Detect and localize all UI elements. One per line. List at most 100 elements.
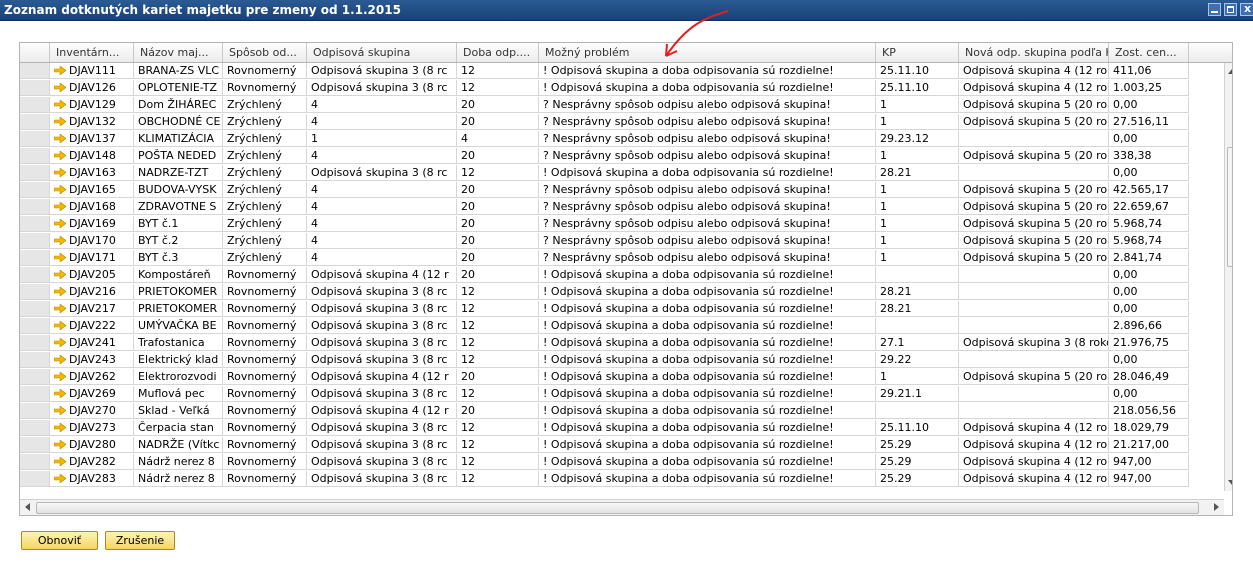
table-row[interactable]: DJAV171 BYT č.3 Zrýchlený 4 20? Nesprávny sp… [20, 250, 1224, 266]
row-selector[interactable] [20, 131, 50, 147]
minimize-button[interactable] [1208, 3, 1221, 16]
table-row[interactable]: DJAV216 PRIETOKOMER Rovnomerný Odpisová sku… [20, 284, 1224, 300]
row-selector[interactable] [20, 369, 50, 385]
column-header[interactable]: Názov maj... [134, 43, 223, 62]
table-row[interactable]: DJAV205 Kompostáreň Rovnomerný Odpisová sku… [20, 267, 1224, 283]
table-row[interactable]: DJAV283 Nádrž nerez 8 Rovnomerný Odpisová s… [20, 471, 1224, 487]
row-selector[interactable] [20, 165, 50, 181]
right-arrow-icon[interactable] [54, 236, 66, 245]
column-header[interactable]: Odpisová skupina [307, 43, 457, 62]
row-selector[interactable] [20, 80, 50, 96]
refresh-button[interactable]: Obnoviť [21, 531, 98, 550]
right-arrow-icon[interactable] [54, 406, 66, 415]
right-arrow-icon[interactable] [54, 117, 66, 126]
row-selector[interactable] [20, 250, 50, 266]
row-selector[interactable] [20, 148, 50, 164]
horizontal-scrollbar[interactable] [20, 499, 1224, 515]
table-row[interactable]: DJAV217 PRIETOKOMER Rovnomerný Odpisová sku… [20, 301, 1224, 317]
row-selector[interactable] [20, 284, 50, 300]
scroll-right-icon[interactable] [1214, 503, 1219, 511]
right-arrow-icon[interactable] [54, 321, 66, 330]
table-row[interactable]: DJAV241 Trafostanica Rovnomerný Odpisová sk… [20, 335, 1224, 351]
row-selector[interactable] [20, 63, 50, 79]
cancel-button[interactable]: Zrušenie [105, 531, 175, 550]
column-header[interactable]: Spôsob od... [223, 43, 307, 62]
table-row[interactable]: DJAV282 Nádrž nerez 8 Rovnomerný Odpisová s… [20, 454, 1224, 470]
right-arrow-icon[interactable] [54, 134, 66, 143]
scroll-up-icon[interactable] [1228, 69, 1232, 74]
table-row[interactable]: DJAV163 NADRZE-TZT Zrýchlený Odpisová skupi… [20, 165, 1224, 181]
table-cell: DJAV165 [50, 182, 134, 198]
table-row[interactable]: DJAV273 Čerpacia stan Rovnomerný Odpisová s… [20, 420, 1224, 436]
column-header[interactable]: Nová odp. skupina podľa KP [959, 43, 1109, 62]
right-arrow-icon[interactable] [54, 270, 66, 279]
row-selector[interactable] [20, 97, 50, 113]
right-arrow-icon[interactable] [54, 185, 66, 194]
column-header[interactable]: KP [876, 43, 959, 62]
table-row[interactable]: DJAV222 UMÝVAČKA BE Rovnomerný Odpisová sku… [20, 318, 1224, 334]
table-row[interactable]: DJAV168 ZDRAVOTNE S Zrýchlený 4 20? Nesprávn… [20, 199, 1224, 215]
table-row[interactable]: DJAV269 Muflová pec Rovnomerný Odpisová sku… [20, 386, 1224, 402]
row-selector[interactable] [20, 301, 50, 317]
table-row[interactable]: DJAV262 Elektrorozvodi Rovnomerný Odpisová … [20, 369, 1224, 385]
column-header[interactable]: Doba odp.... [457, 43, 539, 62]
right-arrow-icon[interactable] [54, 474, 66, 483]
right-arrow-icon[interactable] [54, 66, 66, 75]
right-arrow-icon[interactable] [54, 304, 66, 313]
table-cell [959, 318, 1109, 334]
column-header[interactable]: Inventárn... [50, 43, 134, 62]
row-selector[interactable] [20, 267, 50, 283]
right-arrow-icon[interactable] [54, 457, 66, 466]
right-arrow-icon[interactable] [54, 253, 66, 262]
right-arrow-icon[interactable] [54, 389, 66, 398]
row-selector[interactable] [20, 420, 50, 436]
row-selector[interactable] [20, 471, 50, 487]
right-arrow-icon[interactable] [54, 372, 66, 381]
scroll-left-icon[interactable] [25, 503, 30, 511]
close-button[interactable] [1240, 2, 1253, 16]
column-header[interactable]: Zost. cen... [1109, 43, 1189, 62]
table-row[interactable]: DJAV270 Sklad - Veľká Rovnomerný Odpisová s… [20, 403, 1224, 419]
horizontal-scroll-thumb[interactable] [36, 502, 1199, 514]
table-row[interactable]: DJAV132 OBCHODNÉ CE Zrýchlený 4 20? Nesprávn… [20, 114, 1224, 130]
table-row[interactable]: DJAV111 BRANA-ZS VLC Rovnomerný Odpisová sk… [20, 63, 1224, 79]
row-selector[interactable] [20, 216, 50, 232]
row-selector[interactable] [20, 386, 50, 402]
right-arrow-icon[interactable] [54, 423, 66, 432]
right-arrow-icon[interactable] [54, 83, 66, 92]
row-selector[interactable] [20, 233, 50, 249]
row-selector[interactable] [20, 199, 50, 215]
header-row-selector[interactable] [20, 43, 50, 62]
table-row[interactable]: DJAV148 POŠTA NEDED Zrýchlený 4 20? Nesprávn… [20, 148, 1224, 164]
table-row[interactable]: DJAV126 OPLOTENIE-TZ Rovnomerný Odpisová sk… [20, 80, 1224, 96]
right-arrow-icon[interactable] [54, 355, 66, 364]
scroll-down-icon[interactable] [1228, 480, 1232, 485]
column-header[interactable]: Možný problém [539, 43, 876, 62]
table-row[interactable]: DJAV243 Elektrický klad Rovnomerný Odpisová… [20, 352, 1224, 368]
table-row[interactable]: DJAV170 BYT č.2 Zrýchlený 4 20? Nesprávny sp… [20, 233, 1224, 249]
row-selector[interactable] [20, 335, 50, 351]
right-arrow-icon[interactable] [54, 100, 66, 109]
row-selector[interactable] [20, 114, 50, 130]
right-arrow-icon[interactable] [54, 151, 66, 160]
vertical-scrollbar[interactable] [1224, 63, 1232, 491]
right-arrow-icon[interactable] [54, 287, 66, 296]
vertical-scroll-thumb[interactable] [1227, 147, 1232, 267]
table-row[interactable]: DJAV280 NADRŽE (Vítkc Rovnomerný Odpisová s… [20, 437, 1224, 453]
maximize-button[interactable] [1224, 3, 1237, 16]
table-row[interactable]: DJAV137 KLIMATIZÁCIA Zrýchlený 1 4? Nesprávn… [20, 131, 1224, 147]
table-row[interactable]: DJAV165 BUDOVA-VYSK Zrýchlený 4 20? Nesprávn… [20, 182, 1224, 198]
row-selector[interactable] [20, 318, 50, 334]
right-arrow-icon[interactable] [54, 168, 66, 177]
row-selector[interactable] [20, 403, 50, 419]
row-selector[interactable] [20, 182, 50, 198]
row-selector[interactable] [20, 454, 50, 470]
right-arrow-icon[interactable] [54, 219, 66, 228]
right-arrow-icon[interactable] [54, 440, 66, 449]
row-selector[interactable] [20, 437, 50, 453]
right-arrow-icon[interactable] [54, 202, 66, 211]
row-selector[interactable] [20, 352, 50, 368]
right-arrow-icon[interactable] [54, 338, 66, 347]
table-row[interactable]: DJAV129 Dom ŽIHÁREC Zrýchlený 4 20? Nesprávn… [20, 97, 1224, 113]
table-row[interactable]: DJAV169 BYT č.1 Zrýchlený 4 20? Nesprávny sp… [20, 216, 1224, 232]
